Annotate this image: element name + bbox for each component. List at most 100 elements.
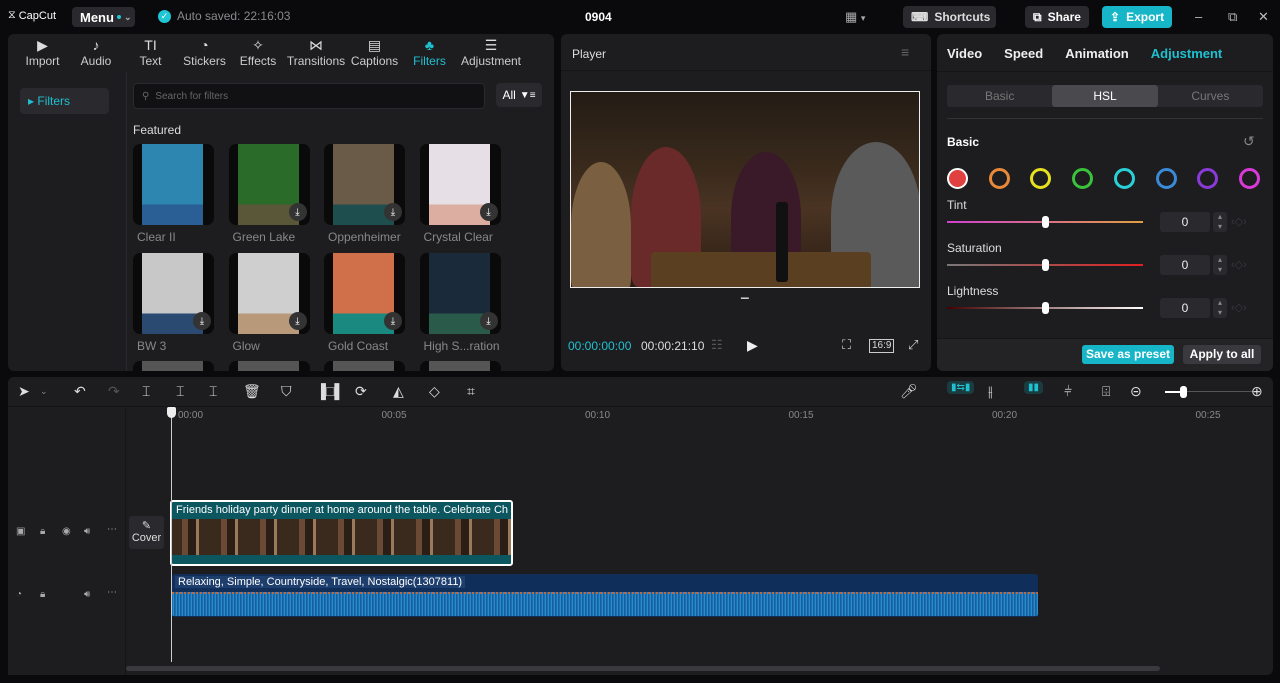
horizontal-scrollbar[interactable] [126, 666, 1160, 671]
more-icon[interactable]: ⋯ [107, 524, 117, 535]
restore-button[interactable]: ⧉ [1228, 9, 1237, 25]
eye-icon[interactable]: ◉ [62, 526, 71, 537]
hsl-color-swatch[interactable] [947, 168, 968, 189]
tab-audio[interactable]: ♪ Audio [69, 34, 123, 72]
tab-import[interactable]: ▶ Import [16, 34, 69, 72]
filter-thumbnail[interactable]: ⤓ [228, 253, 310, 334]
filter-card[interactable]: ⤓ BW 3 [133, 253, 214, 353]
tab-stickers[interactable]: ◔ Stickers [178, 34, 231, 72]
filter-card[interactable] [133, 361, 214, 371]
download-icon[interactable]: ⤓ [384, 203, 402, 221]
drag-handle-icon[interactable]: ▔ [741, 299, 749, 310]
zoom-out-icon[interactable]: ⊝ [1130, 383, 1142, 400]
reverse-icon[interactable]: ⟳ [355, 383, 367, 400]
tab-video[interactable]: Video [947, 46, 982, 71]
delete-icon[interactable]: 🗑︎ [243, 383, 261, 400]
video-clip[interactable]: Friends holiday party dinner at home aro… [170, 500, 513, 566]
filter-thumbnail[interactable] [324, 361, 405, 371]
keyframe-icon[interactable]: ‹◇› [1231, 215, 1247, 228]
stepper-icon[interactable]: ▴ ▾ [1213, 255, 1227, 275]
filter-card[interactable]: ⤓ Green Lake [228, 144, 310, 244]
volume-icon[interactable]: 🔊︎ [84, 589, 90, 600]
stepper-icon[interactable]: ▴ ▾ [1213, 298, 1227, 318]
filter-thumbnail[interactable] [419, 361, 501, 371]
select-tool-icon[interactable]: ➤︎ [18, 383, 30, 400]
filter-card[interactable]: ⤓ Glow [228, 253, 310, 353]
hsl-color-swatch[interactable] [1113, 168, 1135, 189]
saturation-value-input[interactable]: 0 [1160, 255, 1210, 275]
play-button[interactable]: ▶ [747, 337, 758, 354]
export-button[interactable]: ⇪ Export [1102, 6, 1172, 28]
aspect-ratio-button[interactable]: 16:9 [869, 339, 895, 353]
marker-icon[interactable]: ⛉ [281, 383, 292, 400]
audio-clip[interactable]: Relaxing, Simple, Countryside, Travel, N… [172, 574, 1038, 617]
layout-button[interactable]: ▦ ▾ [845, 9, 865, 25]
tint-value-input[interactable]: 0 [1160, 212, 1210, 232]
cover-button[interactable]: ✎ Cover [129, 516, 164, 549]
volume-icon[interactable]: 🔊︎ [84, 526, 90, 537]
crop-icon[interactable]: ⌗ [467, 383, 475, 400]
delete-right-icon[interactable]: ⌶ [209, 383, 217, 400]
hsl-color-swatch[interactable] [1072, 168, 1094, 189]
mirror-icon[interactable]: ◭ [393, 383, 404, 400]
freeze-icon[interactable]: ▐□▌ [316, 383, 344, 399]
subtab-hsl[interactable]: HSL [1052, 85, 1158, 107]
download-icon[interactable]: ⤓ [479, 203, 498, 221]
download-icon[interactable]: ⤓ [384, 312, 402, 330]
filter-thumbnail[interactable]: ⤓ [228, 144, 310, 225]
tab-adjustment[interactable]: Adjustment [1151, 46, 1223, 71]
split-icon[interactable]: ⌶ [142, 383, 150, 400]
tab-adjustment[interactable]: ☰ Adjustment [457, 34, 525, 72]
download-icon[interactable]: ⤓ [193, 312, 211, 330]
menu-button[interactable]: Menu ⌄ [72, 7, 135, 27]
zoom-to-fit-icon[interactable]: ⌹ [1102, 383, 1110, 400]
tab-filters[interactable]: ♣ Filters [402, 34, 457, 72]
close-button[interactable]: ✕ [1258, 9, 1269, 25]
lightness-value-input[interactable]: 0 [1160, 298, 1210, 318]
tab-transitions[interactable]: ⋈ Transitions [285, 34, 347, 72]
hamburger-menu-icon[interactable]: ≡ [901, 44, 909, 60]
project-title[interactable]: 0904 [585, 10, 612, 24]
save-as-preset-button[interactable]: Save as preset [1082, 345, 1174, 364]
download-icon[interactable]: ⤓ [288, 312, 307, 330]
tab-text[interactable]: TI Text [123, 34, 178, 72]
hsl-color-swatch[interactable] [1197, 168, 1219, 189]
tab-speed[interactable]: Speed [1004, 46, 1043, 71]
filter-card[interactable] [324, 361, 405, 371]
filter-thumbnail[interactable]: ⤓ [419, 144, 501, 225]
hsl-color-swatch[interactable] [1238, 168, 1260, 189]
more-icon[interactable]: ⋯ [107, 587, 117, 598]
video-preview[interactable] [570, 91, 920, 288]
share-button[interactable]: ⧉ Share [1025, 6, 1089, 28]
redo-icon[interactable]: ↷ [108, 383, 120, 400]
zoom-in-icon[interactable]: ⊕ [1251, 383, 1263, 400]
delete-left-icon[interactable]: ⌶ [176, 383, 184, 400]
tab-effects[interactable]: ✧ Effects [231, 34, 285, 72]
minimize-button[interactable]: – [1195, 9, 1202, 24]
reset-icon[interactable]: ↺ [1243, 133, 1255, 150]
shortcuts-button[interactable]: ⌨ Shortcuts [903, 6, 996, 28]
microphone-icon[interactable]: 🎤︎ [900, 383, 918, 400]
main-track-magnet-icon[interactable]: ▮⇆▮ [947, 381, 975, 394]
lock-icon[interactable]: 🔒︎ [40, 589, 45, 600]
filter-card[interactable] [419, 361, 501, 371]
fullscreen-icon[interactable]: ⤢ [908, 337, 918, 353]
tab-captions[interactable]: ▤ Captions [347, 34, 402, 72]
lightness-slider-knob[interactable] [1042, 302, 1049, 314]
undo-icon[interactable]: ↶ [74, 383, 86, 400]
filter-thumbnail[interactable] [228, 361, 310, 371]
playhead[interactable] [171, 410, 172, 662]
lock-icon[interactable]: 🔒︎ [40, 526, 45, 537]
download-icon[interactable]: ⤓ [479, 312, 498, 330]
timeline-zoom-slider[interactable] [1180, 386, 1187, 398]
chevron-down-icon[interactable]: ⌄ [40, 386, 48, 397]
grid-icon[interactable]: ☷ [711, 337, 723, 353]
hsl-color-swatch[interactable] [988, 168, 1010, 189]
filter-thumbnail[interactable]: ⤓ [419, 253, 501, 334]
filter-thumbnail[interactable]: ⤓ [133, 253, 214, 334]
filter-thumbnail[interactable]: ⤓ [324, 253, 405, 334]
keyframe-icon[interactable]: ‹◇› [1231, 258, 1247, 271]
stepper-icon[interactable]: ▴ ▾ [1213, 212, 1227, 232]
filter-card[interactable]: ⤓ Oppenheimer [324, 144, 405, 244]
filter-card[interactable] [228, 361, 310, 371]
